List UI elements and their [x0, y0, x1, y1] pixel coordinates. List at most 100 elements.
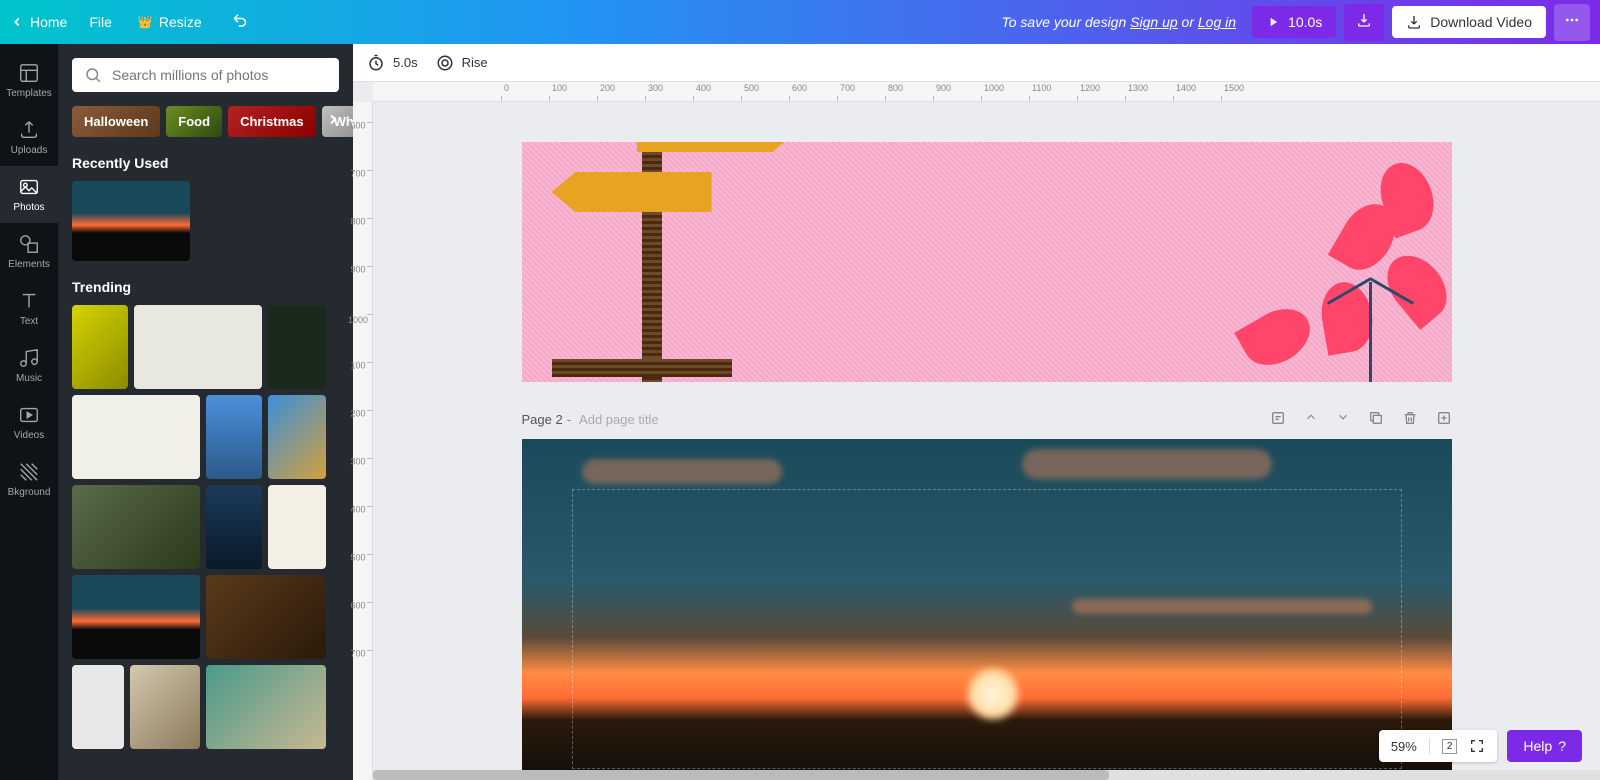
more-icon — [1564, 12, 1580, 28]
file-button[interactable]: File — [85, 8, 116, 36]
download-icon-button[interactable] — [1344, 4, 1384, 41]
animation-control[interactable]: Rise — [436, 54, 488, 72]
timing-control[interactable]: 5.0s — [367, 54, 418, 72]
sidebar-item-background[interactable]: Bkground — [0, 451, 58, 508]
music-icon — [18, 347, 40, 369]
download-icon — [1356, 12, 1372, 28]
animation-icon — [436, 54, 454, 72]
home-label: Home — [30, 14, 67, 30]
uploads-icon — [18, 119, 40, 141]
page-number: Page 2 — [522, 412, 563, 427]
photo-thumbnail[interactable] — [72, 665, 124, 749]
sidebar-item-music[interactable]: Music — [0, 337, 58, 394]
page-up-button[interactable] — [1304, 410, 1318, 429]
trending-grid — [72, 305, 339, 749]
page-2-header: Page 2 - Add page title — [522, 410, 1452, 429]
page-title-input[interactable]: Add page title — [579, 412, 659, 427]
photo-thumbnail[interactable] — [268, 485, 326, 569]
signup-link[interactable]: Sign up — [1130, 14, 1177, 30]
canvas-content[interactable]: Page 2 - Add page title — [373, 102, 1600, 780]
horizontal-ruler: 0100200300400500600700800900100011001200… — [373, 82, 1600, 102]
page-2-canvas[interactable] — [522, 439, 1452, 780]
text-icon — [18, 290, 40, 312]
resize-label: Resize — [159, 14, 202, 30]
page-delete-button[interactable] — [1402, 410, 1418, 429]
tag-food[interactable]: Food — [166, 106, 222, 137]
photos-icon — [18, 176, 40, 198]
header-right: To save your design Sign up or Log in 10… — [1001, 4, 1590, 41]
zoom-level: 59% — [1391, 739, 1417, 754]
page-actions — [1270, 410, 1452, 429]
signpost-graphic[interactable] — [582, 142, 662, 382]
tags-next-button[interactable] — [325, 111, 341, 132]
templates-icon — [18, 62, 40, 84]
help-button[interactable]: Help ? — [1507, 730, 1582, 762]
page-down-button[interactable] — [1336, 410, 1350, 429]
header-left: Home File 👑 Resize — [10, 8, 258, 36]
login-link[interactable]: Log in — [1198, 14, 1236, 30]
background-icon — [18, 461, 40, 483]
sidebar-item-uploads[interactable]: Uploads — [0, 109, 58, 166]
search-box[interactable] — [72, 58, 339, 92]
resize-button[interactable]: 👑 Resize — [134, 8, 206, 36]
sidebar-item-text[interactable]: Text — [0, 280, 58, 337]
photo-thumbnail[interactable] — [72, 485, 200, 569]
page-duplicate-button[interactable] — [1368, 410, 1384, 429]
photo-thumbnail[interactable] — [206, 575, 326, 659]
photo-thumbnail[interactable] — [268, 395, 326, 479]
duration-label: 10.0s — [1288, 14, 1322, 30]
photo-thumbnail[interactable] — [206, 485, 262, 569]
zoom-control[interactable]: 59% 2 — [1379, 730, 1498, 762]
help-icon: ? — [1558, 738, 1566, 754]
horizontal-scrollbar[interactable] — [373, 770, 1600, 780]
sidebar-item-elements[interactable]: Elements — [0, 223, 58, 280]
plants-graphic[interactable] — [1222, 162, 1452, 382]
play-icon — [1266, 15, 1280, 29]
page-count: 2 — [1442, 739, 1458, 754]
photo-thumbnail[interactable] — [268, 305, 326, 389]
photo-thumbnail[interactable] — [130, 665, 200, 749]
tag-halloween[interactable]: Halloween — [72, 106, 160, 137]
canvas-area: 5.0s Rise 010020030040050060070080090010… — [353, 44, 1600, 780]
icon-sidebar: Templates Uploads Photos Elements Text M… — [0, 44, 58, 780]
photo-thumbnail[interactable] — [134, 305, 262, 389]
videos-icon — [18, 404, 40, 426]
more-button[interactable] — [1554, 4, 1590, 41]
download-video-button[interactable]: Download Video — [1392, 6, 1546, 38]
play-button[interactable]: 10.0s — [1252, 6, 1336, 38]
page-notes-button[interactable] — [1270, 410, 1286, 429]
download-icon — [1406, 14, 1422, 30]
side-panel: Halloween Food Christmas White Recently … — [58, 44, 353, 780]
save-prompt: To save your design Sign up or Log in — [1001, 14, 1236, 30]
recently-used-heading: Recently Used — [72, 155, 339, 171]
photo-thumbnail[interactable] — [72, 305, 128, 389]
top-header: Home File 👑 Resize To save your design S… — [0, 0, 1600, 44]
sidebar-item-photos[interactable]: Photos — [0, 166, 58, 223]
photo-thumbnail[interactable] — [72, 575, 200, 659]
page-1-canvas[interactable] — [522, 142, 1452, 382]
tag-christmas[interactable]: Christmas — [228, 106, 316, 137]
trending-heading: Trending — [72, 279, 339, 295]
vertical-ruler: 6007008009001000100200300400500600700 — [353, 102, 373, 780]
tag-row: Halloween Food Christmas White — [72, 106, 339, 137]
bottom-controls: 59% 2 Help ? — [1379, 730, 1582, 762]
photo-thumbnail[interactable] — [206, 395, 262, 479]
clock-icon — [367, 54, 385, 72]
download-video-label: Download Video — [1430, 14, 1532, 30]
page-add-button[interactable] — [1436, 410, 1452, 429]
sidebar-item-templates[interactable]: Templates — [0, 52, 58, 109]
photo-thumbnail[interactable] — [206, 665, 326, 749]
recent-photo-thumbnail[interactable] — [72, 181, 190, 261]
chevron-right-icon — [325, 111, 341, 127]
home-button[interactable]: Home — [10, 14, 67, 30]
search-icon — [84, 66, 102, 84]
canvas-toolbar: 5.0s Rise — [353, 44, 1600, 82]
elements-icon — [18, 233, 40, 255]
photo-thumbnail[interactable] — [72, 395, 200, 479]
undo-button[interactable] — [224, 11, 258, 34]
main-layout: Templates Uploads Photos Elements Text M… — [0, 44, 1600, 780]
fullscreen-icon[interactable] — [1469, 738, 1485, 754]
crown-icon: 👑 — [138, 15, 153, 29]
search-input[interactable] — [112, 67, 327, 83]
sidebar-item-videos[interactable]: Videos — [0, 394, 58, 451]
